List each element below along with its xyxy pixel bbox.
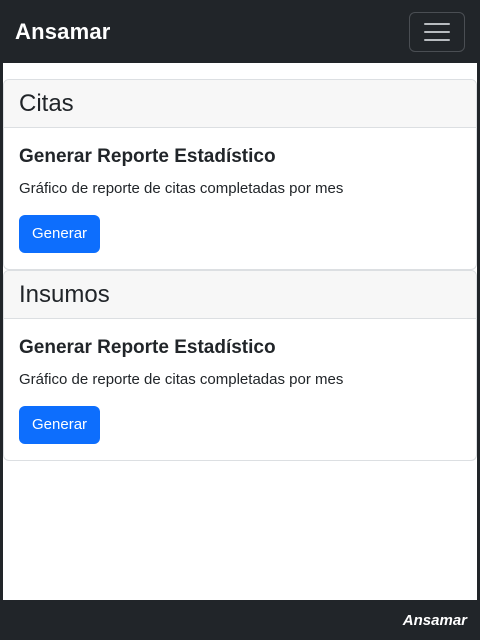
menu-icon-bar xyxy=(424,22,450,25)
card-insumos: Insumos Generar Reporte Estadístico Gráf… xyxy=(3,270,477,461)
menu-icon-bar xyxy=(424,30,450,33)
footer: Ansamar xyxy=(3,600,477,640)
menu-icon-bar xyxy=(424,38,450,41)
card-header-title: Citas xyxy=(19,89,74,117)
card-header: Citas xyxy=(4,80,476,128)
generar-citas-button[interactable]: Generar xyxy=(19,215,101,253)
navbar-toggler-button[interactable] xyxy=(409,11,465,52)
card-title: Generar Reporte Estadístico xyxy=(19,337,276,358)
card-text: Gráfico de reporte de citas completadas … xyxy=(19,371,344,388)
card-title: Generar Reporte Estadístico xyxy=(19,146,276,167)
footer-brand: Ansamar xyxy=(402,611,467,629)
page: Ansamar Citas Generar Reporte Estadístic… xyxy=(0,0,480,640)
navbar: Ansamar xyxy=(3,0,477,63)
card-body: Generar Reporte Estadístico Gráfico de r… xyxy=(4,128,476,269)
card-citas: Citas Generar Reporte Estadístico Gráfic… xyxy=(3,79,477,270)
card-header: Insumos xyxy=(4,271,476,319)
generar-insumos-button[interactable]: Generar xyxy=(19,406,101,444)
card-header-title: Insumos xyxy=(19,280,110,308)
card-body: Generar Reporte Estadístico Gráfico de r… xyxy=(4,319,476,460)
card-text: Gráfico de reporte de citas completadas … xyxy=(19,180,344,197)
main-content: Citas Generar Reporte Estadístico Gráfic… xyxy=(3,79,477,461)
navbar-brand[interactable]: Ansamar xyxy=(15,19,111,45)
